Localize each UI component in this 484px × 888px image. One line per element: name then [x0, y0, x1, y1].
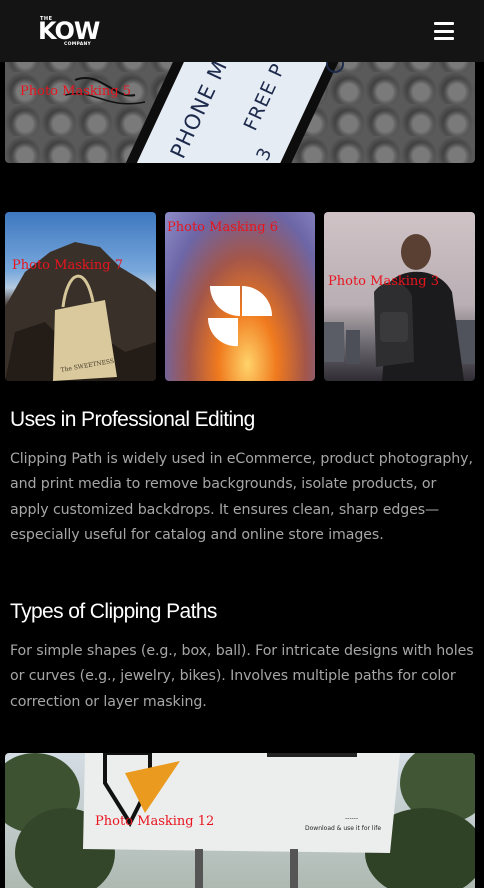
- photo-masking-label: Photo Masking 5: [20, 84, 131, 99]
- photo-masking-label: Photo Masking 12: [95, 814, 215, 829]
- photo-masking-label: Photo Masking 7: [12, 258, 123, 273]
- page: THE KOW COMPANY PHONE MOCK FREE P 3 Phot…: [0, 0, 484, 888]
- abstract-logo-graphic: [207, 286, 272, 347]
- hamburger-menu-icon[interactable]: [434, 22, 454, 40]
- logo-sub: COMPANY: [64, 42, 92, 47]
- site-header: THE KOW COMPANY: [0, 0, 484, 62]
- section-heading: Uses in Professional Editing: [10, 408, 255, 431]
- photo-masking-label: Photo Masking 6: [167, 220, 278, 235]
- logo-main: KOW: [38, 17, 100, 45]
- billboard-graphic: Download & use it for life ------: [5, 753, 475, 888]
- photo-masking-label: Photo Masking 3: [328, 274, 439, 289]
- billboard-text: Download & use it for life: [305, 825, 381, 832]
- section-body: Clipping Path is widely used in eCommerc…: [10, 451, 473, 544]
- tote-bag-graphic: The SWEETNESS: [5, 242, 156, 381]
- gallery-image-backpack-man: Photo Masking 3: [324, 212, 475, 381]
- section-heading: Types of Clipping Paths: [10, 600, 217, 623]
- gallery-image-billboard: Download & use it for life ------ Photo …: [5, 753, 475, 888]
- gallery-image-tote-bag: The SWEETNESS Photo Masking 7: [5, 212, 156, 381]
- section-body: For simple shapes (e.g., box, ball). For…: [10, 643, 474, 710]
- svg-text:------: ------: [345, 815, 358, 822]
- gallery-image-abstract-logo: Photo Masking 6: [165, 212, 315, 381]
- backpack-man-graphic: [324, 234, 475, 381]
- kow-logo[interactable]: THE KOW COMPANY: [38, 15, 100, 47]
